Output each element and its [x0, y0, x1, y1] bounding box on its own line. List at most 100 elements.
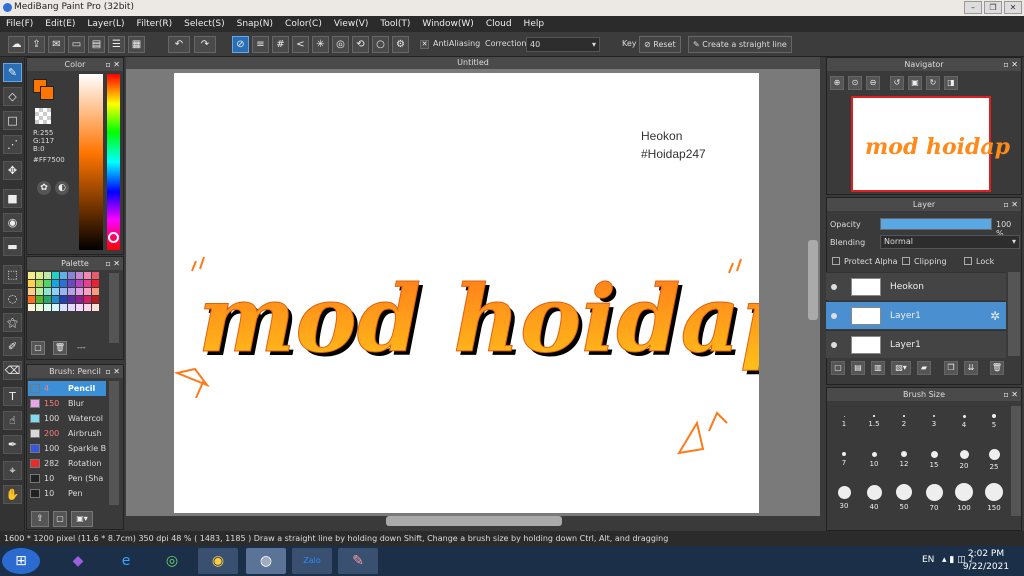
palette-swatch[interactable] — [68, 280, 75, 287]
transparent-color-swatch[interactable] — [35, 108, 51, 124]
palette-swatch[interactable] — [76, 296, 83, 303]
new-palette-icon[interactable]: ▢ — [31, 341, 45, 355]
move-tool-icon[interactable]: ✥ — [3, 161, 22, 180]
copy-brush-icon[interactable]: ▢ — [53, 511, 67, 527]
brush-scrollbar[interactable] — [109, 381, 119, 505]
brush-size-option[interactable]: 25 — [979, 442, 1009, 476]
chrome-app-icon[interactable]: ◍ — [246, 548, 286, 574]
palette-swatch[interactable] — [60, 304, 67, 311]
palette-swatch[interactable] — [84, 288, 91, 295]
palette-swatch[interactable] — [44, 304, 51, 311]
add-brush-icon[interactable]: ⇧ — [31, 511, 49, 527]
visibility-icon[interactable] — [831, 313, 837, 319]
brush-size-option[interactable]: 100 — [949, 480, 979, 514]
app-icon[interactable]: ◎ — [152, 548, 192, 574]
brush-size-option[interactable]: 40 — [859, 480, 889, 514]
layer-row[interactable]: Heokon — [826, 272, 1006, 300]
brush-item[interactable]: 200 Airbrush — [28, 426, 106, 441]
magic-wand-tool-icon[interactable]: ⚝ — [3, 313, 22, 332]
brush-size-scrollbar[interactable] — [1011, 406, 1021, 516]
snap-off-icon[interactable]: ⊘ — [232, 36, 249, 53]
brush-tool-icon[interactable]: ✎ — [3, 63, 22, 82]
snap-settings-icon[interactable]: ⚙ — [392, 36, 409, 53]
palette-swatch[interactable] — [36, 280, 43, 287]
palette-swatch[interactable] — [52, 304, 59, 311]
visibility-icon[interactable] — [831, 342, 837, 348]
palette-swatch[interactable] — [68, 304, 75, 311]
palette-swatch[interactable] — [76, 272, 83, 279]
palette-swatch[interactable] — [68, 296, 75, 303]
menu-item[interactable]: File(F) — [6, 19, 33, 29]
undo-button[interactable]: ↶ — [168, 36, 190, 53]
palette-swatch[interactable] — [84, 296, 91, 303]
palette-swatch[interactable] — [52, 288, 59, 295]
new-8bit-layer-icon[interactable]: ▥ — [871, 361, 885, 375]
close-icon[interactable]: ▫ ✕ — [1003, 388, 1018, 401]
parallel-snap-icon[interactable]: ≡ — [252, 36, 269, 53]
palette-swatch[interactable] — [60, 288, 67, 295]
palette-swatch[interactable] — [92, 280, 99, 287]
canvas-horizontal-scrollbar[interactable] — [386, 516, 562, 526]
rotate-left-icon[interactable]: ↺ — [890, 76, 904, 90]
visual-studio-icon[interactable]: ◆ — [58, 548, 98, 574]
cloud-icon[interactable]: ☁ — [8, 36, 25, 53]
hue-slider-handle[interactable] — [108, 232, 119, 243]
canvas-vertical-scrollbar[interactable] — [808, 240, 818, 320]
circle-snap-icon[interactable]: ○ — [372, 36, 389, 53]
brush-item[interactable]: 150 Blur — [28, 396, 106, 411]
background-color-swatch[interactable] — [40, 86, 54, 100]
palette-swatch[interactable] — [68, 272, 75, 279]
palette-swatch[interactable] — [92, 296, 99, 303]
opacity-slider[interactable] — [880, 218, 992, 230]
brush-item[interactable]: 282 Rotation — [28, 456, 106, 471]
palette-swatch[interactable] — [76, 304, 83, 311]
menu-item[interactable]: Layer(L) — [87, 19, 124, 29]
brush-size-option[interactable]: 2 — [889, 404, 919, 438]
palette-swatch[interactable] — [84, 304, 91, 311]
palette-swatch[interactable] — [76, 288, 83, 295]
chrome-icon[interactable]: ◉ — [198, 548, 238, 574]
palette-swatch[interactable] — [28, 304, 35, 311]
palette-swatch[interactable] — [36, 288, 43, 295]
clipping-checkbox[interactable]: Clipping — [902, 257, 947, 266]
maximize-button[interactable]: ❐ — [984, 1, 1002, 14]
layer-scrollbar[interactable] — [1008, 272, 1020, 356]
palette-swatch[interactable] — [52, 272, 59, 279]
palette-swatch[interactable] — [28, 288, 35, 295]
fit-window-icon[interactable]: ▣ — [908, 76, 922, 90]
close-icon[interactable]: ▫ ✕ — [1003, 198, 1018, 211]
palette-swatch[interactable] — [28, 296, 35, 303]
medibang-icon[interactable]: ✎ — [338, 548, 378, 574]
menu-item[interactable]: Color(C) — [285, 19, 322, 29]
brush-size-option[interactable]: 20 — [949, 442, 979, 476]
eraser-tool-icon[interactable]: ◇ — [3, 87, 22, 106]
palette-swatch[interactable] — [44, 272, 51, 279]
reset-button[interactable]: ⊘ Reset — [639, 36, 681, 53]
internet-explorer-icon[interactable]: e — [106, 548, 146, 574]
protect-alpha-checkbox[interactable]: Protect Alpha — [832, 257, 898, 266]
zoom-fit-icon[interactable]: ⊙ — [848, 76, 862, 90]
flip-icon[interactable]: ◨ — [944, 76, 958, 90]
brush-size-option[interactable]: 30 — [829, 480, 859, 514]
close-icon[interactable]: ▫ ✕ — [1003, 58, 1018, 71]
curve-snap-icon[interactable]: ⟲ — [352, 36, 369, 53]
document-icon[interactable]: ▤ — [88, 36, 105, 53]
palette-swatch[interactable] — [44, 288, 51, 295]
close-button[interactable]: ✕ — [1004, 1, 1022, 14]
clock-date[interactable]: 9/22/2021 — [960, 562, 1012, 572]
palette-swatch[interactable] — [28, 280, 35, 287]
menu-item[interactable]: Snap(N) — [237, 19, 273, 29]
hue-slider[interactable] — [107, 74, 120, 250]
brush-item[interactable]: 10 Pen — [28, 486, 106, 501]
grid-icon[interactable]: ▦ — [128, 36, 145, 53]
bucket-tool-icon[interactable]: ◉ — [3, 213, 22, 232]
menu-item[interactable]: Cloud — [486, 19, 512, 29]
antialiasing-checkbox[interactable]: ✕ — [420, 40, 429, 49]
palette-icon[interactable]: ✿ — [37, 181, 51, 195]
fill-rect-tool-icon[interactable]: ■ — [3, 189, 22, 208]
comment-icon[interactable]: ✉ — [48, 36, 65, 53]
layer-row[interactable]: Layer1 — [826, 330, 1006, 358]
straight-line-button[interactable]: ✎ Create a straight line — [688, 36, 792, 53]
brush-size-option[interactable]: 1 — [829, 404, 859, 438]
dropper-tool-icon[interactable]: ⌖ — [3, 461, 22, 480]
